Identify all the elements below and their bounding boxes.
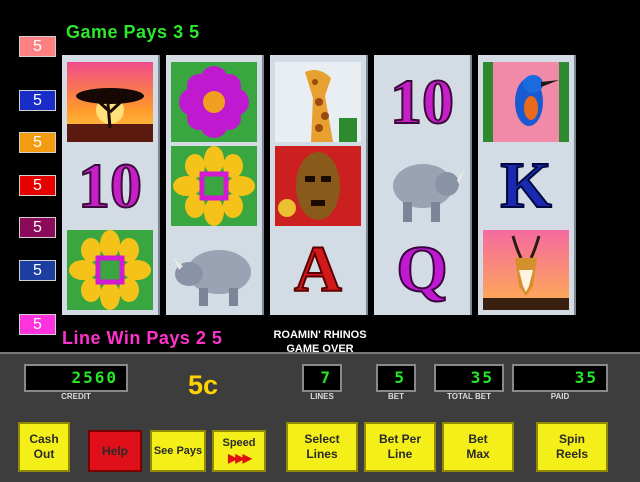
reel-5: K: [478, 55, 576, 315]
game-title-text: ROAMIN' RHINOS: [273, 329, 367, 341]
pink-flower-icon: [170, 61, 258, 143]
speed-label: Speed: [222, 437, 256, 449]
letter-q-symbol: Q: [395, 232, 448, 307]
giraffe-icon: [274, 61, 362, 143]
letter-a-symbol: A: [293, 232, 343, 307]
bet-label: BET: [388, 392, 404, 401]
rhino-icon: [170, 229, 258, 311]
kingfisher-bird-icon: [482, 61, 570, 143]
payline-marker-4: 5: [19, 175, 56, 196]
gazelle-icon: [482, 229, 570, 311]
see-pays-label: See Pays: [153, 444, 203, 457]
select-lines-button[interactable]: Select Lines: [286, 422, 358, 472]
line-win-message: Line Win Pays 2 5: [62, 328, 223, 348]
payline-marker-1: 5: [19, 36, 56, 57]
payline-marker-2: 5: [19, 90, 56, 111]
credit-meter: 2560: [24, 364, 128, 392]
reel-4: 10 Q: [374, 55, 472, 315]
help-button[interactable]: Help: [88, 430, 142, 472]
game-pays-message: Game Pays 3 5: [66, 22, 200, 42]
speed-button[interactable]: Speed ▶▶▶: [212, 430, 266, 472]
flower-with-square-icon: [66, 229, 154, 311]
bet-per-line-label: Bet Per Line: [378, 432, 422, 461]
total-bet-meter: 35: [434, 364, 504, 392]
bet-meter: 5: [376, 364, 416, 392]
ten-symbol: 10: [389, 65, 455, 138]
rhino-icon: [378, 145, 466, 227]
reel-3: A: [270, 55, 368, 315]
spin-reels-button[interactable]: Spin Reels: [536, 422, 608, 472]
see-pays-button[interactable]: See Pays: [150, 430, 206, 472]
paid-meter: 35: [512, 364, 608, 392]
bet-max-label: Bet Max: [466, 432, 490, 461]
flower-with-square-icon: [170, 145, 258, 227]
select-lines-label: Select Lines: [304, 432, 340, 461]
cash-out-button[interactable]: Cash Out: [18, 422, 70, 472]
credit-label: CREDIT: [61, 392, 91, 401]
reel-1: 10: [62, 55, 160, 315]
cash-out-label: Cash Out: [29, 432, 59, 461]
bet-per-line-button[interactable]: Bet Per Line: [364, 422, 436, 472]
lines-label: LINES: [310, 392, 334, 401]
speed-arrows-icon: ▶▶▶: [228, 451, 252, 465]
lines-meter: 7: [302, 364, 342, 392]
payline-marker-6: 5: [19, 260, 56, 281]
tribal-mask-icon: [274, 145, 362, 227]
acacia-tree-icon: [66, 61, 154, 143]
help-label: Help: [101, 443, 128, 458]
letter-k-symbol: K: [499, 148, 552, 223]
payline-marker-5: 5: [19, 217, 56, 238]
ten-symbol: 10: [77, 149, 143, 222]
denomination: 5c: [188, 370, 219, 400]
bet-max-button[interactable]: Bet Max: [442, 422, 514, 472]
payline-marker-3: 5: [19, 132, 56, 153]
payline-marker-7: 5: [19, 314, 56, 335]
reel-2: [166, 55, 264, 315]
total-bet-label: TOTAL BET: [447, 392, 491, 401]
paid-label: PAID: [550, 392, 570, 401]
spin-reels-label: Spin Reels: [555, 432, 589, 461]
